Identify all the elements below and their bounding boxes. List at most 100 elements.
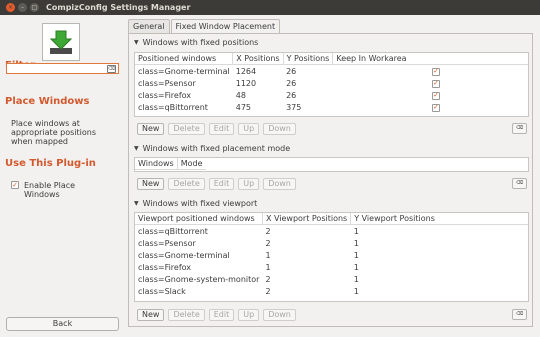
table-row[interactable]: class=Gnome-terminal 1264 26 ✓ (135, 65, 528, 78)
table-row[interactable]: class=Gnome-system-monitor 2 1 (135, 273, 528, 285)
column-header[interactable]: Mode (177, 158, 206, 170)
table-row[interactable]: class=Firefox 48 26 ✓ (135, 89, 528, 101)
sidebar: Filter ⌫ Place Windows Place windows at … (0, 15, 126, 337)
table-row[interactable]: class=Slack 2 1 (135, 285, 528, 297)
column-header[interactable]: Windows (135, 158, 178, 170)
title-bar: × – □ CompizConfig Settings Manager (0, 0, 540, 15)
filter-input[interactable]: ⌫ (6, 63, 119, 74)
table-row[interactable]: class=qBittorrent 475 375 ✓ (135, 101, 528, 113)
edit-button[interactable]: Edit (208, 309, 235, 321)
column-header[interactable]: Keep In Workarea (332, 53, 528, 65)
window-cell: class=Gnome-system-monitor (138, 274, 260, 284)
fixed-viewport-buttons: New Delete Edit Up Down (137, 309, 300, 321)
keep-in-workarea-checkbox[interactable]: ✓ (432, 79, 440, 88)
window-cell: class=Psensor (138, 78, 196, 88)
up-button[interactable]: Up (238, 123, 260, 135)
window-title: CompizConfig Settings Manager (46, 3, 191, 12)
table-row[interactable]: class=Psensor 1120 26 ✓ (135, 77, 528, 89)
y-cell: 26 (286, 78, 297, 88)
plugin-logo-icon (42, 23, 80, 61)
window-cell: class=Firefox (138, 90, 192, 100)
keep-in-workarea-checkbox[interactable]: ✓ (432, 103, 440, 112)
delete-button[interactable]: Delete (168, 123, 205, 135)
close-window-button[interactable]: × (6, 3, 15, 12)
keep-in-workarea-checkbox[interactable]: ✓ (432, 67, 440, 76)
y-cell: 1 (353, 286, 359, 296)
minimize-window-button[interactable]: – (18, 3, 27, 12)
fixed-positions-table[interactable]: Positioned windows X Positions Y Positio… (134, 52, 529, 117)
tab-bar: General Fixed Window Placement (128, 19, 281, 34)
table-row[interactable]: class=Psensor 2 1 (135, 237, 528, 249)
delete-button[interactable]: Delete (168, 178, 205, 190)
table-row[interactable]: class=Firefox 1 1 (135, 261, 528, 273)
column-header[interactable]: X Positions (232, 53, 284, 65)
reset-to-default-icon[interactable]: ⌫ (512, 309, 527, 320)
column-header[interactable]: Y Positions (283, 53, 334, 65)
window-cell: class=Firefox (138, 262, 192, 272)
section-title: Windows with fixed positions (142, 38, 259, 47)
column-header[interactable]: Viewport positioned windows (135, 213, 263, 225)
section-fixed-mode-header[interactable]: ▼ Windows with fixed placement mode (134, 144, 290, 153)
x-cell: 1120 (235, 78, 257, 88)
delete-button[interactable]: Delete (168, 309, 205, 321)
down-button[interactable]: Down (263, 178, 296, 190)
y-cell: 26 (286, 90, 297, 100)
down-button[interactable]: Down (263, 309, 296, 321)
fixed-mode-table[interactable]: Windows Mode (134, 157, 529, 172)
x-cell: 475 (235, 102, 252, 112)
window-cell: class=Gnome-terminal (138, 250, 230, 260)
window-cell: class=Gnome-terminal (138, 66, 230, 76)
fixed-positions-buttons: New Delete Edit Up Down (137, 123, 300, 135)
y-cell: 1 (353, 250, 359, 260)
table-row[interactable]: class=qBittorrent 2 1 (135, 225, 528, 238)
new-button[interactable]: New (137, 178, 165, 190)
window-cell: class=Psensor (138, 238, 196, 248)
tab-general[interactable]: General (128, 19, 170, 33)
edit-button[interactable]: Edit (208, 178, 235, 190)
keep-in-workarea-checkbox[interactable]: ✓ (432, 91, 440, 100)
table-row[interactable]: class=Gnome-terminal 1 1 (135, 249, 528, 261)
y-cell: 1 (353, 274, 359, 284)
enable-plugin-checkbox[interactable]: ✓ (11, 181, 19, 189)
enable-plugin-toggle[interactable]: ✓ Enable Place Windows (11, 181, 84, 199)
y-cell: 375 (286, 102, 302, 112)
x-cell: 48 (235, 90, 246, 100)
section-title: Windows with fixed placement mode (142, 144, 291, 153)
column-header[interactable]: X Viewport Positions (262, 213, 352, 225)
y-cell: 1 (353, 262, 359, 272)
up-button[interactable]: Up (238, 178, 260, 190)
edit-button[interactable]: Edit (208, 123, 235, 135)
y-cell: 1 (353, 238, 359, 248)
back-button[interactable]: Back (6, 317, 119, 331)
tab-fixed-window-placement[interactable]: Fixed Window Placement (170, 19, 281, 34)
section-fixed-positions-header[interactable]: ▼ Windows with fixed positions (134, 38, 258, 47)
up-button[interactable]: Up (238, 309, 260, 321)
column-header[interactable]: Positioned windows (135, 53, 234, 65)
plugin-name-heading: Place Windows (5, 96, 90, 107)
expander-icon[interactable]: ▼ (134, 200, 139, 207)
reset-to-default-icon[interactable]: ⌫ (512, 123, 527, 134)
x-cell: 2 (265, 274, 271, 284)
window-cell: class=Slack (138, 286, 186, 296)
column-header[interactable]: Y Viewport Positions (350, 213, 528, 225)
x-cell: 2 (265, 226, 271, 236)
fixed-mode-buttons: New Delete Edit Up Down (137, 178, 300, 190)
expander-icon[interactable]: ▼ (134, 39, 139, 46)
down-button[interactable]: Down (263, 123, 296, 135)
expander-icon[interactable]: ▼ (134, 145, 139, 152)
y-cell: 1 (353, 226, 359, 236)
new-button[interactable]: New (137, 309, 165, 321)
x-cell: 1 (265, 262, 271, 272)
enable-plugin-label[interactable]: Enable Place Windows (24, 181, 84, 199)
y-cell: 26 (286, 66, 297, 76)
maximize-window-button[interactable]: □ (30, 3, 39, 12)
x-cell: 2 (265, 238, 271, 248)
fixed-viewport-table[interactable]: Viewport positioned windows X Viewport P… (134, 212, 529, 302)
use-plugin-heading: Use This Plug-in (5, 158, 96, 169)
section-fixed-viewport-header[interactable]: ▼ Windows with fixed viewport (134, 199, 257, 208)
x-cell: 2 (265, 286, 271, 296)
x-cell: 1264 (235, 66, 257, 76)
clear-filter-icon[interactable]: ⌫ (107, 65, 116, 73)
reset-to-default-icon[interactable]: ⌫ (512, 178, 527, 189)
new-button[interactable]: New (137, 123, 165, 135)
